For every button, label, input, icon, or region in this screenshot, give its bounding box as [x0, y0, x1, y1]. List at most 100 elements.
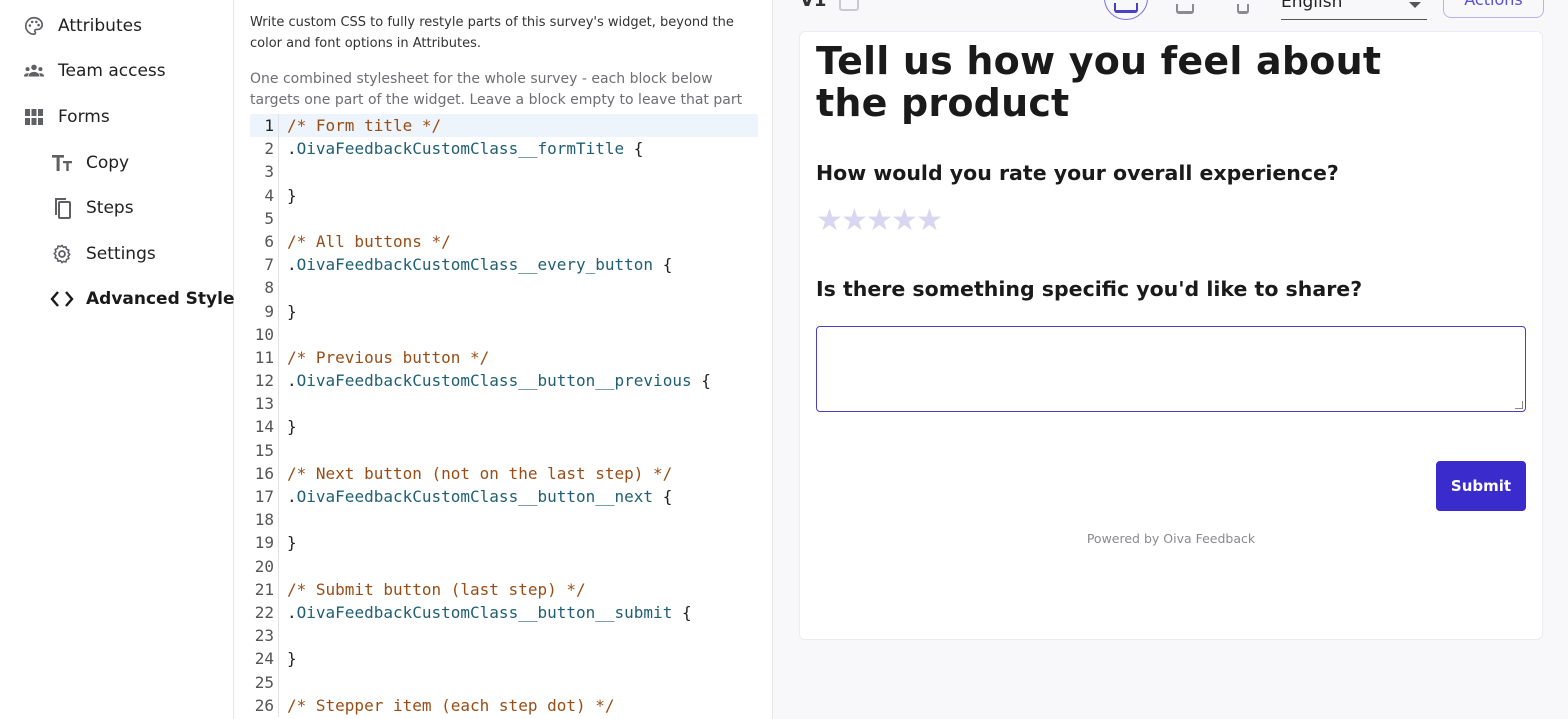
editor-description: Write custom CSS to fully restyle parts …: [250, 15, 734, 51]
code-text: [278, 392, 758, 416]
star-icon[interactable]: ★: [841, 205, 868, 237]
code-text: .OivaFeedbackCustomClass__every_button {: [278, 253, 758, 277]
line-number: 14: [250, 415, 278, 439]
code-text: .OivaFeedbackCustomClass__button__submit…: [278, 600, 758, 625]
code-line[interactable]: 26 /* Stepper item (each step dot) */: [250, 693, 758, 717]
code-line[interactable]: 16 /* Next button (not on the last step) …: [250, 461, 758, 485]
code-line[interactable]: 2 .OivaFeedbackCustomClass__formTitle {: [250, 137, 758, 161]
mobile-preview-button[interactable]: [1221, 0, 1265, 20]
code-text: [278, 160, 758, 184]
code-text: /* Next button (not on the last step) */: [278, 461, 758, 485]
sidebar-item-settings[interactable]: Settings: [50, 242, 156, 266]
sidebar-item-label: Advanced Styles: [86, 289, 245, 309]
code-line[interactable]: 12 .OivaFeedbackCustomClass__button__prev…: [250, 369, 758, 393]
group-icon: [22, 59, 46, 83]
gear-icon: [50, 242, 74, 266]
code-line[interactable]: 23: [250, 624, 758, 648]
line-number: 15: [250, 438, 278, 462]
star-icon[interactable]: ★: [916, 205, 943, 237]
code-comment: /* Previous button */: [287, 347, 490, 367]
line-number: 22: [250, 600, 278, 625]
code-class-name: OivaFeedbackCustomClass__button__submit: [296, 602, 673, 622]
star-rating[interactable]: ★ ★ ★ ★ ★: [816, 205, 943, 237]
code-text: /* All buttons */: [278, 229, 758, 254]
sidebar-item-forms[interactable]: Forms: [22, 105, 110, 129]
answer-textarea[interactable]: [816, 326, 1526, 412]
save-icon[interactable]: [839, 0, 859, 11]
line-number: 5: [250, 206, 278, 230]
actions-button[interactable]: Actions: [1443, 0, 1544, 18]
line-number: 24: [250, 647, 278, 671]
sidebar-item-steps[interactable]: Steps: [50, 196, 134, 220]
code-brackets-icon: [50, 287, 74, 311]
code-line[interactable]: 14}: [250, 415, 758, 439]
code-line[interactable]: 22 .OivaFeedbackCustomClass__button__subm…: [250, 600, 758, 625]
sidebar-item-attributes[interactable]: Attributes: [22, 14, 142, 38]
code-line[interactable]: 11 /* Previous button */: [250, 345, 758, 370]
code-line[interactable]: 1 /* Form title */: [250, 114, 758, 138]
chevron-down-icon: [1409, 2, 1421, 8]
star-icon[interactable]: ★: [891, 205, 918, 237]
code-line[interactable]: 3: [250, 160, 758, 184]
sidebar-item-copy[interactable]: Copy: [50, 151, 129, 175]
line-number: 6: [250, 229, 278, 254]
sidebar-item-team-access[interactable]: Team access: [22, 59, 166, 83]
line-number: 11: [250, 345, 278, 370]
form-title: Tell us how you feel about the product: [816, 39, 1382, 125]
code-line[interactable]: 13: [250, 392, 758, 416]
line-number: 2: [250, 137, 278, 161]
preview-area: V1 English Actions Tell us how you feel …: [773, 0, 1568, 719]
code-text: .OivaFeedbackCustomClass__button__previo…: [278, 369, 758, 393]
code-line[interactable]: 17 .OivaFeedbackCustomClass__button__next…: [250, 485, 758, 509]
line-number: 16: [250, 461, 278, 485]
line-number: 7: [250, 253, 278, 277]
code-line[interactable]: 15: [250, 438, 758, 462]
code-line[interactable]: 18: [250, 508, 758, 532]
code-line[interactable]: 6 /* All buttons */: [250, 229, 758, 254]
code-comment: /* All buttons */: [287, 231, 451, 251]
code-text: [278, 670, 758, 694]
sidebar-item-label: Steps: [86, 198, 134, 218]
code-line[interactable]: 9}: [250, 299, 758, 323]
line-number: 23: [250, 624, 278, 648]
code-text: /* Form title */: [278, 114, 758, 138]
code-comment: /* Next button (not on the last step) */: [287, 463, 673, 483]
line-number: 9: [250, 299, 278, 323]
submit-button[interactable]: Submit: [1436, 461, 1526, 511]
sidebar-item-label: Attributes: [58, 16, 142, 36]
copy-pages-icon: [50, 196, 74, 220]
line-number: 1: [250, 114, 278, 138]
line-number: 18: [250, 508, 278, 532]
code-line[interactable]: 25: [250, 670, 758, 694]
sidebar: Attributes Team access Forms Copy Steps …: [0, 0, 245, 719]
code-line[interactable]: 7 .OivaFeedbackCustomClass__every_button …: [250, 253, 758, 277]
star-icon[interactable]: ★: [866, 205, 893, 237]
code-text: [278, 508, 758, 532]
code-line[interactable]: 8: [250, 276, 758, 300]
code-class-name: OivaFeedbackCustomClass__formTitle: [296, 139, 625, 159]
line-number: 13: [250, 392, 278, 416]
resize-handle-icon[interactable]: [1515, 401, 1523, 409]
code-line[interactable]: 24}: [250, 647, 758, 671]
code-text: /* Stepper item (each step dot) */: [278, 693, 758, 717]
code-line[interactable]: 21 /* Submit button (last step) */: [250, 577, 758, 601]
language-select[interactable]: English: [1281, 0, 1427, 20]
question-rating: How would you rate your overall experien…: [816, 161, 1339, 185]
code-brace: {: [691, 371, 711, 391]
line-number: 17: [250, 485, 278, 509]
phone-icon: [1237, 4, 1249, 14]
code-brace: {: [653, 487, 673, 506]
tablet-preview-button[interactable]: [1163, 0, 1207, 20]
desktop-preview-button[interactable]: [1104, 0, 1148, 20]
code-comment: /* Stepper item (each step dot) */: [287, 695, 615, 715]
code-line[interactable]: 5: [250, 206, 758, 230]
code-line[interactable]: 4}: [250, 183, 758, 207]
star-icon[interactable]: ★: [816, 205, 843, 237]
code-line[interactable]: 10: [250, 322, 758, 346]
sidebar-item-advanced-styles[interactable]: Advanced Styles: [50, 287, 245, 311]
css-code-editor[interactable]: 1/* Form title */2 .OivaFeedbackCustomCla…: [250, 114, 758, 717]
code-line[interactable]: 20: [250, 554, 758, 578]
sidebar-item-label: Forms: [58, 107, 110, 127]
code-line[interactable]: 19}: [250, 531, 758, 555]
line-number: 4: [250, 183, 278, 207]
